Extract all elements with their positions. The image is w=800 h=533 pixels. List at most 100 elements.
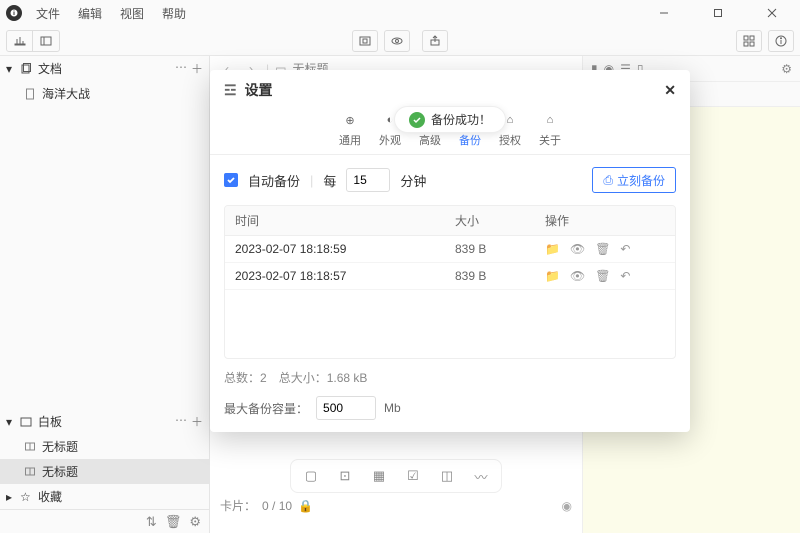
- col-time: 时间: [235, 212, 455, 229]
- window-minimize-button[interactable]: [642, 0, 686, 26]
- card-columns-icon[interactable]: ◫: [435, 464, 459, 488]
- card-strip: ▢ ⊡ ▦ ☑ ◫ 〰 卡片： 0 / 10 🔒 ◉: [210, 453, 582, 533]
- max-backup-unit: Mb: [384, 401, 401, 415]
- sidebar-fav-label: 收藏: [38, 488, 203, 505]
- menu-view[interactable]: 视图: [116, 3, 148, 24]
- sidebar-section-boards[interactable]: ▾ 白板 ⋯＋: [0, 409, 209, 434]
- backup-table: 时间 大小 操作 2023-02-07 18:18:59 839 B 📁 👁 🗑…: [224, 205, 676, 359]
- info-button[interactable]: [768, 30, 794, 52]
- sidebar-board-item[interactable]: 无标题: [0, 434, 209, 459]
- max-backup-input[interactable]: [316, 396, 376, 420]
- more-icon[interactable]: ⋯: [175, 60, 187, 77]
- cards-label: 卡片：: [220, 497, 256, 514]
- titlebar: 文件 编辑 视图 帮助: [0, 0, 800, 26]
- tab-general[interactable]: ⊕通用: [339, 110, 361, 148]
- board-icon: [20, 416, 38, 428]
- board-item-label: 无标题: [42, 438, 78, 455]
- home-icon: ⌂: [540, 110, 560, 130]
- chevron-right-icon: ▸: [6, 490, 20, 504]
- board-icon: [24, 441, 42, 453]
- menu-icon: ☲: [224, 82, 237, 99]
- main-toolbar: [0, 26, 800, 56]
- chevron-down-icon: ▾: [6, 415, 20, 429]
- restore-icon[interactable]: ↶: [620, 242, 630, 256]
- sidebar-boards-label: 白板: [38, 413, 175, 430]
- cards-count: 0 / 10: [262, 499, 292, 513]
- check-circle-icon: [409, 112, 425, 128]
- focus-mode-button[interactable]: [352, 30, 378, 52]
- document-icon: [24, 88, 42, 100]
- board-icon: [24, 466, 42, 478]
- preview-button[interactable]: [384, 30, 410, 52]
- settings-modal: ☲ 设置 ✕ 备份成功！ ⊕通用 ◐外观 ☰高级 ⟳备份 ⌂授权 ⌂关于 自动备…: [210, 70, 690, 432]
- settings-icon[interactable]: ⚙: [189, 514, 201, 530]
- open-folder-icon[interactable]: 📁: [545, 242, 560, 256]
- sidebar-footer: ⇅ 🗑 ⚙: [0, 509, 209, 533]
- trash-icon[interactable]: 🗑: [165, 514, 182, 530]
- sidebar-section-favorites[interactable]: ▸ ☆ 收藏: [0, 484, 209, 509]
- view-panel-button[interactable]: [33, 31, 59, 51]
- star-icon: ☆: [20, 490, 38, 504]
- col-size: 大小: [455, 212, 545, 229]
- globe-icon: ⊕: [340, 110, 360, 130]
- chevron-down-icon: ▾: [6, 62, 20, 76]
- sidebar-doc-item[interactable]: 海洋大战: [0, 81, 209, 106]
- auto-backup-label: 自动备份: [248, 171, 300, 190]
- sidebar-board-item[interactable]: 无标题: [0, 459, 209, 484]
- sidebar-view-toggle: [6, 30, 60, 52]
- interval-unit: 分钟: [400, 171, 426, 190]
- max-backup-label: 最大备份容量：: [224, 400, 308, 417]
- card-grid-icon[interactable]: ▦: [367, 464, 391, 488]
- doc-item-label: 海洋大战: [42, 85, 90, 102]
- menu-edit[interactable]: 编辑: [74, 3, 106, 24]
- lock-icon[interactable]: 🔒: [298, 499, 313, 513]
- more-icon[interactable]: ⋯: [175, 413, 187, 430]
- interval-input[interactable]: [346, 168, 390, 192]
- plus-icon[interactable]: ＋: [191, 413, 203, 430]
- backup-row: 2023-02-07 18:18:57 839 B 📁 👁 🗑 ↶: [225, 263, 675, 290]
- export-button[interactable]: [422, 30, 448, 52]
- delete-icon[interactable]: 🗑: [595, 269, 610, 283]
- menu-help[interactable]: 帮助: [158, 3, 190, 24]
- view-icon[interactable]: 👁: [570, 242, 585, 256]
- backup-row: 2023-02-07 18:18:59 839 B 📁 👁 🗑 ↶: [225, 236, 675, 263]
- backup-size: 839 B: [455, 242, 545, 256]
- save-icon: ⎙: [603, 173, 613, 188]
- sidebar-section-documents[interactable]: ▾ 文档 ⋯＋: [0, 56, 209, 81]
- backup-now-button[interactable]: ⎙ 立刻备份: [592, 167, 676, 193]
- view-tree-button[interactable]: [7, 31, 33, 51]
- backup-time: 2023-02-07 18:18:57: [235, 269, 455, 283]
- modal-close-button[interactable]: ✕: [664, 82, 676, 99]
- every-label: 每: [323, 171, 336, 190]
- document-stack-icon: [20, 63, 38, 75]
- delete-icon[interactable]: 🗑: [595, 242, 610, 256]
- app-icon: [6, 5, 22, 21]
- card-check-icon[interactable]: ☑: [401, 464, 425, 488]
- card-image-icon[interactable]: ⊡: [333, 464, 357, 488]
- right-pane-gear-icon[interactable]: ⚙: [781, 62, 792, 76]
- card-chart-icon[interactable]: 〰: [469, 464, 493, 488]
- sidebar: ▾ 文档 ⋯＋ 海洋大战 ▾ 白板 ⋯＋ 无标题: [0, 56, 210, 533]
- sync-icon[interactable]: ⇅: [146, 514, 157, 530]
- view-icon[interactable]: 👁: [570, 269, 585, 283]
- restore-icon[interactable]: ↶: [620, 269, 630, 283]
- card-menu-icon[interactable]: ◉: [562, 499, 572, 513]
- toast-text: 备份成功！: [431, 111, 491, 128]
- sidebar-docs-label: 文档: [38, 60, 175, 77]
- backup-success-toast: 备份成功！: [394, 106, 506, 133]
- auto-backup-checkbox[interactable]: [224, 173, 238, 187]
- card-toolbar: ▢ ⊡ ▦ ☑ ◫ 〰: [290, 459, 502, 493]
- grid-view-button[interactable]: [736, 30, 762, 52]
- backup-size: 839 B: [455, 269, 545, 283]
- card-note-icon[interactable]: ▢: [299, 464, 323, 488]
- plus-icon[interactable]: ＋: [191, 60, 203, 77]
- backup-time: 2023-02-07 18:18:59: [235, 242, 455, 256]
- board-item-label: 无标题: [42, 463, 78, 480]
- backup-summary: 总数：2 总大小：1.68 kB: [224, 369, 676, 386]
- tab-about[interactable]: ⌂关于: [539, 110, 561, 148]
- open-folder-icon[interactable]: 📁: [545, 269, 560, 283]
- settings-tabs: 备份成功！ ⊕通用 ◐外观 ☰高级 ⟳备份 ⌂授权 ⌂关于: [210, 110, 690, 155]
- menu-file[interactable]: 文件: [32, 3, 64, 24]
- window-maximize-button[interactable]: [696, 0, 740, 26]
- window-close-button[interactable]: [750, 0, 794, 26]
